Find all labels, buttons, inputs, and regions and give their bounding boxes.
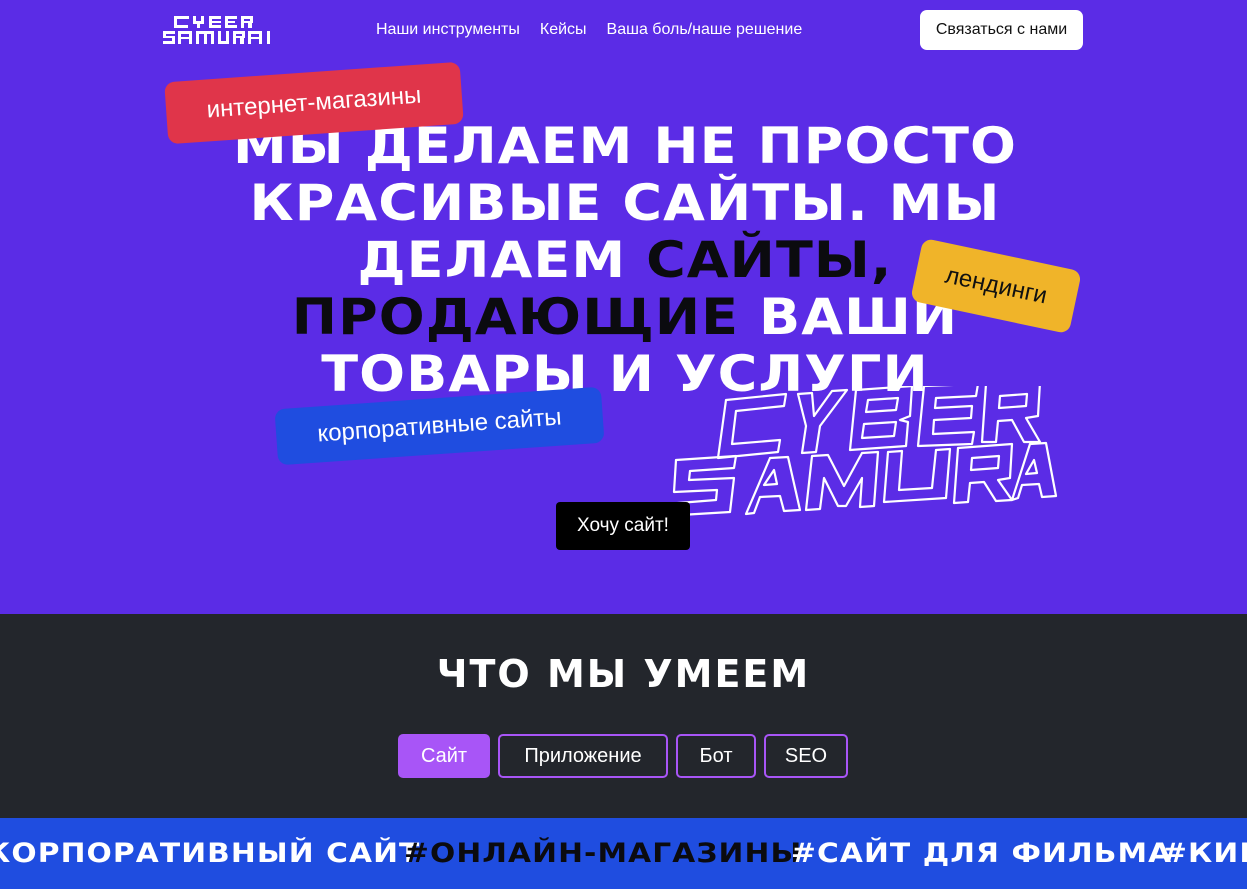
- outline-logo-decoration: [656, 380, 1060, 518]
- headline-line-4a: ПРОДАЮЩИЕ: [291, 288, 760, 346]
- nav-item-pain-solution[interactable]: Ваша боль/наше решение: [607, 20, 803, 40]
- main-nav: Наши инструменты Кейсы Ваша боль/наше ре…: [376, 20, 802, 40]
- cyber-samurai-logo[interactable]: [163, 14, 279, 46]
- ticker-item: #КИНО: [1162, 838, 1247, 869]
- tab-bot[interactable]: Бот: [676, 734, 756, 778]
- nav-item-tools[interactable]: Наши инструменты: [376, 20, 520, 40]
- hero-section: Наши инструменты Кейсы Ваша боль/наше ре…: [0, 0, 1247, 614]
- tab-site[interactable]: Сайт: [398, 734, 490, 778]
- headline-line-3a: ДЕЛАЕМ: [357, 231, 647, 289]
- nav-item-cases[interactable]: Кейсы: [540, 20, 587, 40]
- headline-line-3b: САЙТЫ,: [646, 231, 893, 289]
- headline-line-2: КРАСИВЫЕ САЙТЫ. МЫ: [249, 174, 1001, 232]
- tab-seo[interactable]: SEO: [764, 734, 848, 778]
- ticker-item: #САЙТ ДЛЯ ФИЛЬМА: [790, 838, 1172, 869]
- skills-title: ЧТО МЫ УМЕЕМ: [436, 652, 811, 696]
- skills-section: ЧТО МЫ УМЕЕМ Сайт Приложение Бот SEO: [0, 614, 1247, 818]
- contact-button[interactable]: Связаться с нами: [920, 10, 1083, 50]
- logo-icon: [163, 16, 270, 44]
- outline-logo-icon: [662, 380, 1058, 518]
- want-site-button[interactable]: Хочу сайт!: [556, 502, 690, 550]
- skills-tabs: Сайт Приложение Бот SEO: [398, 734, 848, 778]
- hashtag-ticker: #КОРПОРАТИВНЫЙ САЙТ #ОНЛАЙН-МАГАЗИНЫ #СА…: [0, 818, 1247, 889]
- ticker-item: #ОНЛАЙН-МАГАЗИНЫ: [403, 838, 802, 869]
- ticker-item: #КОРПОРАТИВНЫЙ САЙТ: [0, 838, 421, 869]
- tab-app[interactable]: Приложение: [498, 734, 668, 778]
- ticker-track: #КОРПОРАТИВНЫЙ САЙТ #ОНЛАЙН-МАГАЗИНЫ #СА…: [0, 838, 1247, 869]
